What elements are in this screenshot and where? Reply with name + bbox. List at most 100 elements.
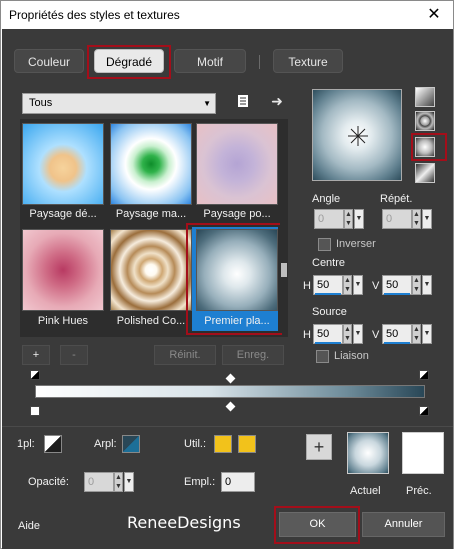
repeat-dropdown-icon[interactable]: ▼ — [422, 209, 432, 229]
gradient-thumb[interactable] — [22, 229, 104, 311]
source-v-stepper-icon[interactable]: ▲ ▼ — [412, 324, 421, 344]
source-h-input[interactable]: 50 — [313, 324, 343, 344]
invert-label: Inverser — [336, 238, 376, 250]
repeat-stepper-icon[interactable]: ▲ ▼ — [412, 209, 421, 229]
highlight-box-tab — [87, 45, 171, 79]
close-icon[interactable]: ✕ — [423, 4, 445, 26]
bottom-stop-marker-icon[interactable] — [419, 406, 429, 416]
user-swatch-icon[interactable] — [214, 435, 232, 453]
gradient-thumb-label: Polished Co... — [116, 315, 186, 327]
source-v-dropdown-icon[interactable]: ▼ — [422, 324, 432, 344]
arrow-right-icon[interactable]: ➜ — [268, 92, 286, 110]
centre-h-dropdown-icon[interactable]: ▼ — [353, 275, 363, 295]
source-h-stepper-icon[interactable]: ▲ ▼ — [343, 324, 352, 344]
gradient-thumb-label: Pink Hues — [37, 315, 89, 327]
window-title: Propriétés des styles et textures — [9, 8, 180, 22]
user-label: Util.: — [184, 438, 206, 450]
angle-input[interactable]: 0 — [314, 209, 344, 229]
centre-v-label: V — [372, 280, 380, 292]
remove-gradient-button[interactable]: - — [60, 345, 88, 365]
reset-button[interactable]: Réinit. — [154, 345, 216, 365]
midpoint-diamond-icon[interactable] — [225, 373, 236, 384]
gallery-scrollbar[interactable] — [280, 123, 288, 333]
tab-motif[interactable]: Motif — [174, 49, 246, 73]
midpoint-diamond-icon[interactable] — [225, 401, 236, 412]
angle-dropdown-icon[interactable]: ▼ — [354, 209, 364, 229]
centre-v-input[interactable]: 50 — [382, 275, 412, 295]
bottom-stop-marker-icon[interactable] — [30, 406, 40, 416]
add-to-swatches-button[interactable]: + — [306, 434, 332, 460]
tab-couleur[interactable]: Couleur — [14, 49, 84, 73]
highlight-box-gallery — [186, 223, 282, 335]
centre-label: Centre — [312, 257, 346, 269]
gradient-thumb[interactable] — [110, 229, 192, 311]
centre-v-dropdown-icon[interactable]: ▼ — [422, 275, 432, 295]
centre-h-stepper-icon[interactable]: ▲ ▼ — [343, 275, 352, 295]
background-swatch-icon[interactable] — [122, 435, 140, 453]
link-label: Liaison — [334, 350, 369, 362]
current-style-swatch[interactable] — [347, 432, 389, 474]
centre-v-slider[interactable] — [384, 293, 410, 295]
angle-label: Angle — [312, 193, 341, 205]
previous-label: Préc. — [406, 485, 432, 497]
foreground-swatch-icon[interactable] — [44, 435, 62, 453]
gradient-thumb-label: Paysage dé... — [29, 208, 97, 220]
top-stop-marker-icon[interactable] — [419, 370, 429, 380]
category-selected: Tous — [29, 97, 53, 109]
opacity-label: Opacité: — [28, 476, 69, 488]
gradient-preview[interactable] — [312, 89, 402, 181]
gradient-thumb-label: Paysage po... — [203, 208, 271, 220]
gradient-editor-bar[interactable] — [35, 385, 425, 398]
link-checkbox[interactable] — [316, 350, 329, 363]
centre-h-slider[interactable] — [315, 293, 341, 295]
add-gradient-button[interactable]: + — [22, 345, 50, 365]
rectangular-style-icon[interactable] — [415, 111, 435, 131]
tab-separator — [259, 55, 260, 69]
opacity-input[interactable]: 0 — [84, 472, 114, 492]
centre-h-label: H — [303, 280, 311, 292]
tab-bar: Couleur Dégradé Motif Texture — [2, 41, 453, 79]
opacity-stepper-icon[interactable]: ▲ ▼ — [114, 472, 123, 492]
opacity-dropdown-icon[interactable]: ▼ — [124, 472, 134, 492]
repeat-label: Répét. — [380, 193, 413, 205]
gradient-gallery: Paysage dé... Paysage ma... Paysage po..… — [20, 119, 288, 337]
tab-texture[interactable]: Texture — [273, 49, 343, 73]
gradient-thumb[interactable] — [22, 123, 104, 205]
cancel-button[interactable]: Annuler — [362, 512, 445, 537]
dialog-window: Propriétés des styles et textures ✕ Coul… — [0, 0, 454, 549]
source-v-label: V — [372, 329, 380, 341]
source-h-dropdown-icon[interactable]: ▼ — [353, 324, 363, 344]
centre-v-stepper-icon[interactable]: ▲ ▼ — [412, 275, 421, 295]
dialog-body: Couleur Dégradé Motif Texture Tous ▼ ➜ P… — [2, 29, 453, 549]
source-label: Source — [312, 306, 347, 318]
current-label: Actuel — [350, 485, 381, 497]
watermark-text: ReneeDesigns — [127, 513, 241, 532]
linear-style-icon[interactable] — [415, 87, 435, 107]
highlight-box-style — [411, 133, 447, 161]
source-v-slider[interactable] — [384, 342, 410, 344]
scrollbar-thumb[interactable] — [281, 263, 287, 277]
location-label: Empl.: — [184, 476, 216, 488]
centre-h-input[interactable]: 50 — [313, 275, 343, 295]
user-swatch-icon[interactable] — [238, 435, 256, 453]
angle-stepper-icon[interactable]: ▲ ▼ — [344, 209, 353, 229]
save-button[interactable]: Enreg. — [222, 345, 284, 365]
gradient-thumb[interactable] — [196, 123, 278, 205]
source-v-input[interactable]: 50 — [382, 324, 412, 344]
highlight-box-ok — [274, 506, 360, 544]
category-select[interactable]: Tous ▼ — [22, 93, 216, 114]
source-h-label: H — [303, 329, 311, 341]
title-bar: Propriétés des styles et textures ✕ — [1, 1, 453, 29]
invert-checkbox[interactable] — [318, 238, 331, 251]
document-list-icon[interactable] — [234, 93, 252, 111]
background-label: Arpl: — [94, 438, 117, 450]
help-link[interactable]: Aide — [18, 520, 40, 532]
location-input[interactable]: 0 — [221, 472, 255, 492]
foreground-label: 1pl: — [17, 438, 35, 450]
top-stop-marker-icon[interactable] — [30, 370, 40, 380]
sunburst-style-icon[interactable] — [415, 163, 435, 183]
previous-style-swatch[interactable] — [402, 432, 444, 474]
source-h-slider[interactable] — [315, 342, 341, 344]
repeat-input[interactable]: 0 — [382, 209, 412, 229]
gradient-thumb[interactable] — [110, 123, 192, 205]
